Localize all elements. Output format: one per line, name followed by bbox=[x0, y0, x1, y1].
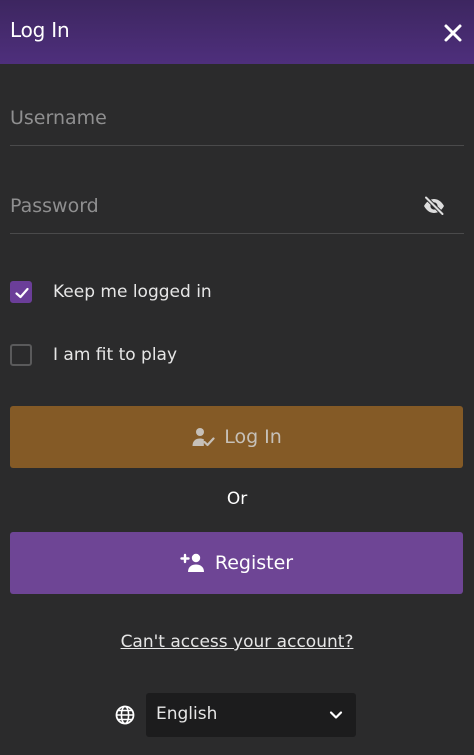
close-icon[interactable] bbox=[440, 20, 466, 46]
add-user-icon bbox=[180, 553, 204, 572]
user-check-icon bbox=[192, 428, 215, 447]
username-input[interactable] bbox=[10, 92, 410, 144]
fit-to-play-label: I am fit to play bbox=[53, 345, 178, 365]
register-button-label: Register bbox=[214, 552, 294, 574]
fit-to-play-checkbox[interactable] bbox=[10, 344, 32, 366]
keep-logged-in-label: Keep me logged in bbox=[53, 282, 212, 302]
password-field-wrapper bbox=[10, 180, 464, 234]
globe-icon bbox=[115, 705, 135, 725]
dialog-title: Log In bbox=[10, 18, 70, 42]
password-input[interactable] bbox=[10, 180, 410, 232]
login-button[interactable]: Log In bbox=[10, 406, 463, 468]
username-field-wrapper bbox=[10, 92, 464, 146]
language-select[interactable]: English bbox=[146, 693, 356, 737]
cant-access-account-link[interactable]: Can't access your account? bbox=[0, 632, 474, 652]
or-separator: Or bbox=[226, 489, 248, 509]
chevron-down-icon bbox=[326, 705, 346, 725]
register-button[interactable]: Register bbox=[10, 532, 463, 594]
eye-off-icon[interactable] bbox=[422, 194, 446, 218]
keep-logged-in-checkbox[interactable] bbox=[10, 281, 32, 303]
language-selected-value: English bbox=[156, 704, 218, 724]
dialog-header: Log In bbox=[0, 0, 474, 64]
login-button-label: Log In bbox=[224, 426, 282, 448]
